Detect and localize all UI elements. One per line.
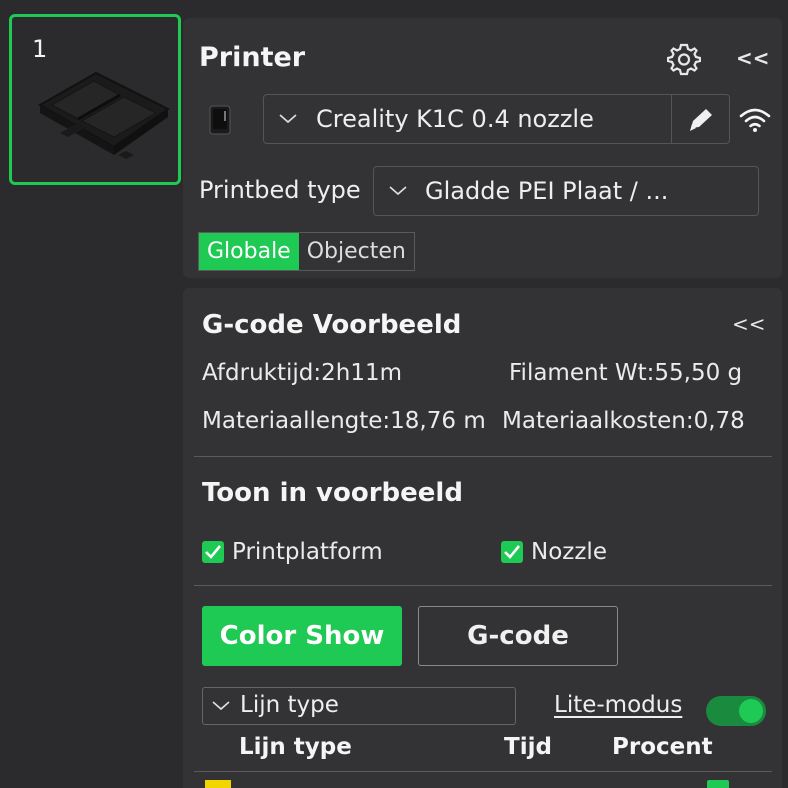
checkbox-checked-icon (501, 541, 523, 563)
model-preview-icon (37, 71, 170, 159)
row-visibility-checkbox[interactable] (707, 780, 729, 788)
color-show-button[interactable]: Color Show (202, 606, 402, 666)
material-cost-stat: Materiaalkosten:0,78 (502, 408, 745, 434)
checkbox-checked-icon (202, 541, 224, 563)
chevron-down-icon (212, 701, 230, 711)
printer-select-value: Creality K1C 0.4 nozzle (316, 105, 594, 133)
gear-icon[interactable] (667, 42, 701, 76)
print-time-stat: Afdruktijd:2h11m (202, 360, 402, 386)
pencil-icon (690, 109, 712, 131)
line-type-select[interactable]: Lijn type (202, 687, 516, 725)
printer-panel: Printer << Creality K1C 0.4 nozzle Print… (183, 18, 782, 278)
line-type-color-swatch (205, 780, 231, 788)
wifi-icon[interactable] (738, 106, 772, 134)
printplatform-label: Printplatform (232, 539, 383, 565)
nozzle-checkbox[interactable]: Nozzle (501, 539, 607, 565)
collapse-printer-button[interactable]: << (736, 46, 770, 70)
column-header-time: Tijd (504, 734, 552, 760)
printer-device-icon (209, 105, 231, 135)
printplatform-checkbox[interactable]: Printplatform (202, 539, 383, 565)
filament-weight-stat: Filament Wt:55,50 g (509, 360, 743, 386)
material-length-stat: Materiaallengte:18,76 m (202, 408, 486, 434)
tab-global[interactable]: Globale (199, 233, 299, 270)
plate-list: 1 (0, 0, 181, 788)
printer-select[interactable]: Creality K1C 0.4 nozzle (263, 94, 730, 144)
plate-thumbnail[interactable]: 1 (9, 14, 181, 185)
lite-mode-label[interactable]: Lite-modus (554, 692, 682, 718)
bed-type-label: Printbed type (199, 176, 361, 204)
chevron-down-icon (279, 114, 297, 124)
bed-type-value: Gladde PEI Plaat / ... (425, 177, 669, 205)
tab-objects[interactable]: Objecten (298, 233, 414, 270)
divider (194, 456, 772, 457)
column-header-percent: Procent (612, 734, 713, 760)
show-in-preview-title: Toon in voorbeeld (202, 478, 463, 508)
gcode-button[interactable]: G-code (418, 606, 618, 666)
gcode-preview-panel: G-code Voorbeeld << Afdruktijd:2h11m Fil… (183, 288, 782, 788)
lite-mode-toggle[interactable] (706, 696, 766, 726)
collapse-gcode-button[interactable]: << (732, 312, 766, 336)
bed-type-select[interactable]: Gladde PEI Plaat / ... (373, 166, 759, 216)
line-type-select-value: Lijn type (240, 692, 339, 718)
gcode-preview-title: G-code Voorbeeld (202, 310, 462, 340)
printer-title: Printer (199, 42, 306, 73)
table-header-divider (194, 771, 772, 772)
divider (194, 585, 772, 586)
chevron-down-icon (389, 186, 407, 196)
settings-scope-tabs: Globale Objecten (198, 232, 415, 271)
edit-printer-button[interactable] (671, 95, 729, 143)
toggle-knob (739, 699, 763, 723)
column-header-line-type: Lijn type (239, 734, 352, 760)
nozzle-label: Nozzle (531, 539, 607, 565)
